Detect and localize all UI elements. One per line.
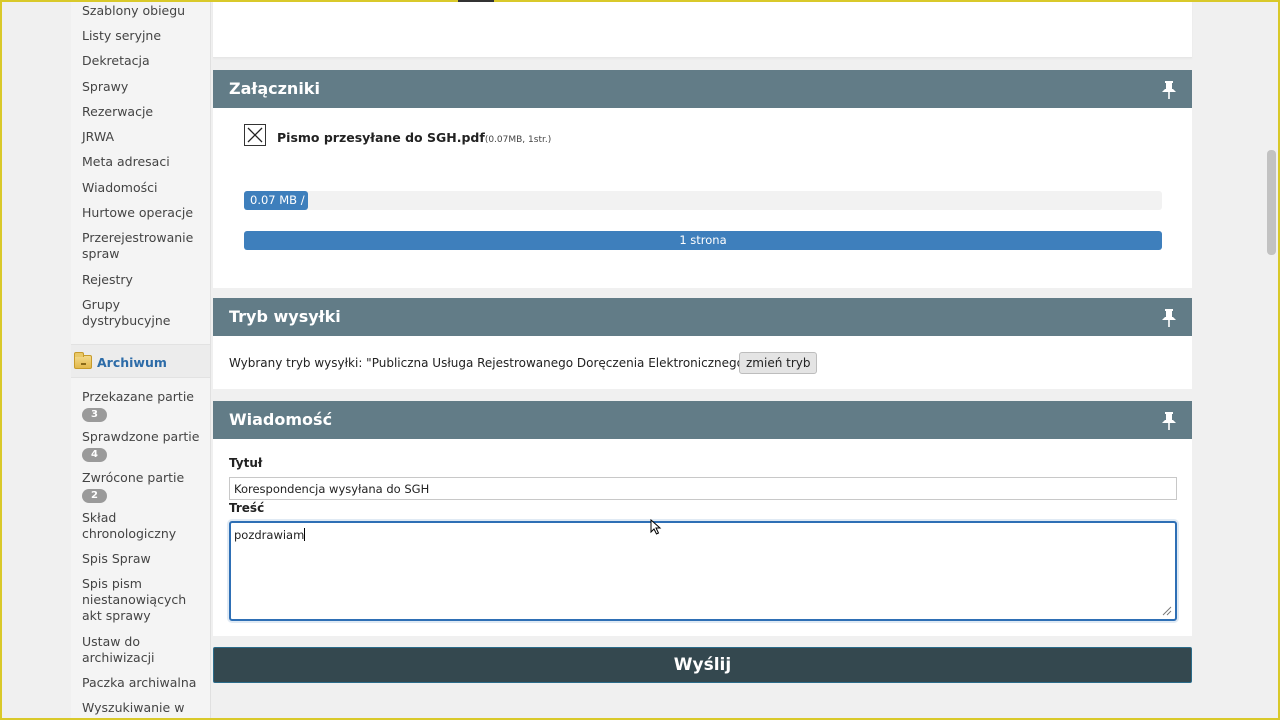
pages-bar: 1 strona [244,231,1162,250]
main-content: Załączniki Pismo przesyłane do SGH.pdf(0… [213,0,1192,720]
folder-icon [74,352,92,369]
pin-icon[interactable] [1160,411,1178,431]
send-mode-body: Wybrany tryb wysyłki: "Publiczna Usługa … [213,336,1192,389]
sidebar-item-sprawdzone-partie[interactable]: Sprawdzone partie 4 [82,429,208,462]
attachment-file-meta: (0.07MB, 1str.) [484,135,552,145]
attachment-file[interactable]: Pismo przesyłane do SGH.pdf(0.07MB, 1str… [277,130,551,145]
body-text: pozdrawiam [234,528,305,542]
attachment-file-name: Pismo przesyłane do SGH.pdf [277,130,485,145]
sidebar-section-label: Archiwum [97,355,167,370]
sidebar-item-wiadomosci[interactable]: Wiadomości [82,180,208,196]
remove-file-button[interactable] [244,124,266,146]
sidebar-item-przekazane-partie[interactable]: Przekazane partie 3 [82,389,208,422]
sidebar-item-wyszukiwanie[interactable]: Wyszukiwanie w [82,700,208,716]
sidebar-item-zwrocone-partie[interactable]: Zwrócone partie 2 [82,470,208,503]
sidebar-item-label: Zwrócone partie [82,470,185,485]
sidebar-item-label: Sprawdzone partie [82,429,200,444]
sidebar-item-ustaw-do-archiwizacji[interactable]: Ustaw do archiwizacji [82,634,208,666]
size-progress-fill: 0.07 MB / [244,191,309,210]
count-badge: 4 [82,448,107,462]
size-progress-bar: 0.07 MB / [244,191,1162,210]
message-body: Tytuł Treść pozdrawiam [213,439,1192,636]
text-caret [304,528,306,541]
pin-icon[interactable] [1160,80,1178,100]
sidebar-item-dekretacja[interactable]: Dekretacja [82,53,208,69]
sidebar: Szablony obiegu Listy seryjne Dekretacja… [71,0,211,720]
sidebar-item-szablony-obiegu[interactable]: Szablony obiegu [82,3,208,19]
mouse-cursor-icon [650,519,662,535]
sidebar-item-sprawy[interactable]: Sprawy [82,79,208,95]
sidebar-item-sklad-chronologiczny[interactable]: Skład chronologiczny [82,510,208,542]
send-mode-text: Wybrany tryb wysyłki: "Publiczna Usługa … [229,356,804,370]
sidebar-item-listy-seryjne[interactable]: Listy seryjne [82,28,208,44]
attachments-header: Załączniki [213,70,1192,108]
subject-input[interactable] [229,477,1177,500]
message-title: Wiadomość [229,410,333,429]
sidebar-item-grupy-dystrybucyjne[interactable]: Grupy dystrybucyjne [82,297,208,329]
page-scrollbar[interactable] [1264,0,1280,720]
pin-icon[interactable] [1160,308,1178,328]
attachments-body: Pismo przesyłane do SGH.pdf(0.07MB, 1str… [213,108,1192,288]
previous-panel [213,0,1192,58]
sidebar-item-label: Przekazane partie [82,389,194,404]
message-header: Wiadomość [213,401,1192,439]
sidebar-item-rezerwacje[interactable]: Rezerwacje [82,104,208,120]
send-mode-title: Tryb wysyłki [229,307,341,326]
count-badge: 3 [82,408,107,422]
send-mode-header: Tryb wysyłki [213,298,1192,336]
resize-grip-icon[interactable] [1162,606,1172,616]
sidebar-item-rejestry[interactable]: Rejestry [82,272,208,288]
change-mode-button[interactable]: zmień tryb [739,352,818,374]
body-label: Treść [229,501,265,515]
count-badge: 2 [82,489,107,503]
sidebar-item-hurtowe-operacje[interactable]: Hurtowe operacje [82,205,208,221]
scrollbar-thumb[interactable] [1267,150,1276,255]
sidebar-item-spis-spraw[interactable]: Spis Spraw [82,551,208,567]
sidebar-item-jrwa[interactable]: JRWA [82,129,208,145]
subject-label: Tytuł [229,456,263,470]
sidebar-item-spis-pism[interactable]: Spis pism niestanowiących akt sprawy [82,576,208,624]
sidebar-section-archiwum[interactable]: Archiwum [71,344,210,378]
attachments-title: Załączniki [229,79,320,98]
close-icon [247,127,263,143]
send-button[interactable]: Wyślij [213,647,1192,683]
sidebar-item-paczka-archiwalna[interactable]: Paczka archiwalna [82,675,208,691]
sidebar-item-meta-adresaci[interactable]: Meta adresaci [82,154,208,170]
body-textarea[interactable]: pozdrawiam [229,521,1177,621]
top-indicator [458,0,494,2]
sidebar-item-przerejestrowanie-spraw[interactable]: Przerejestrowanie spraw [82,230,208,262]
